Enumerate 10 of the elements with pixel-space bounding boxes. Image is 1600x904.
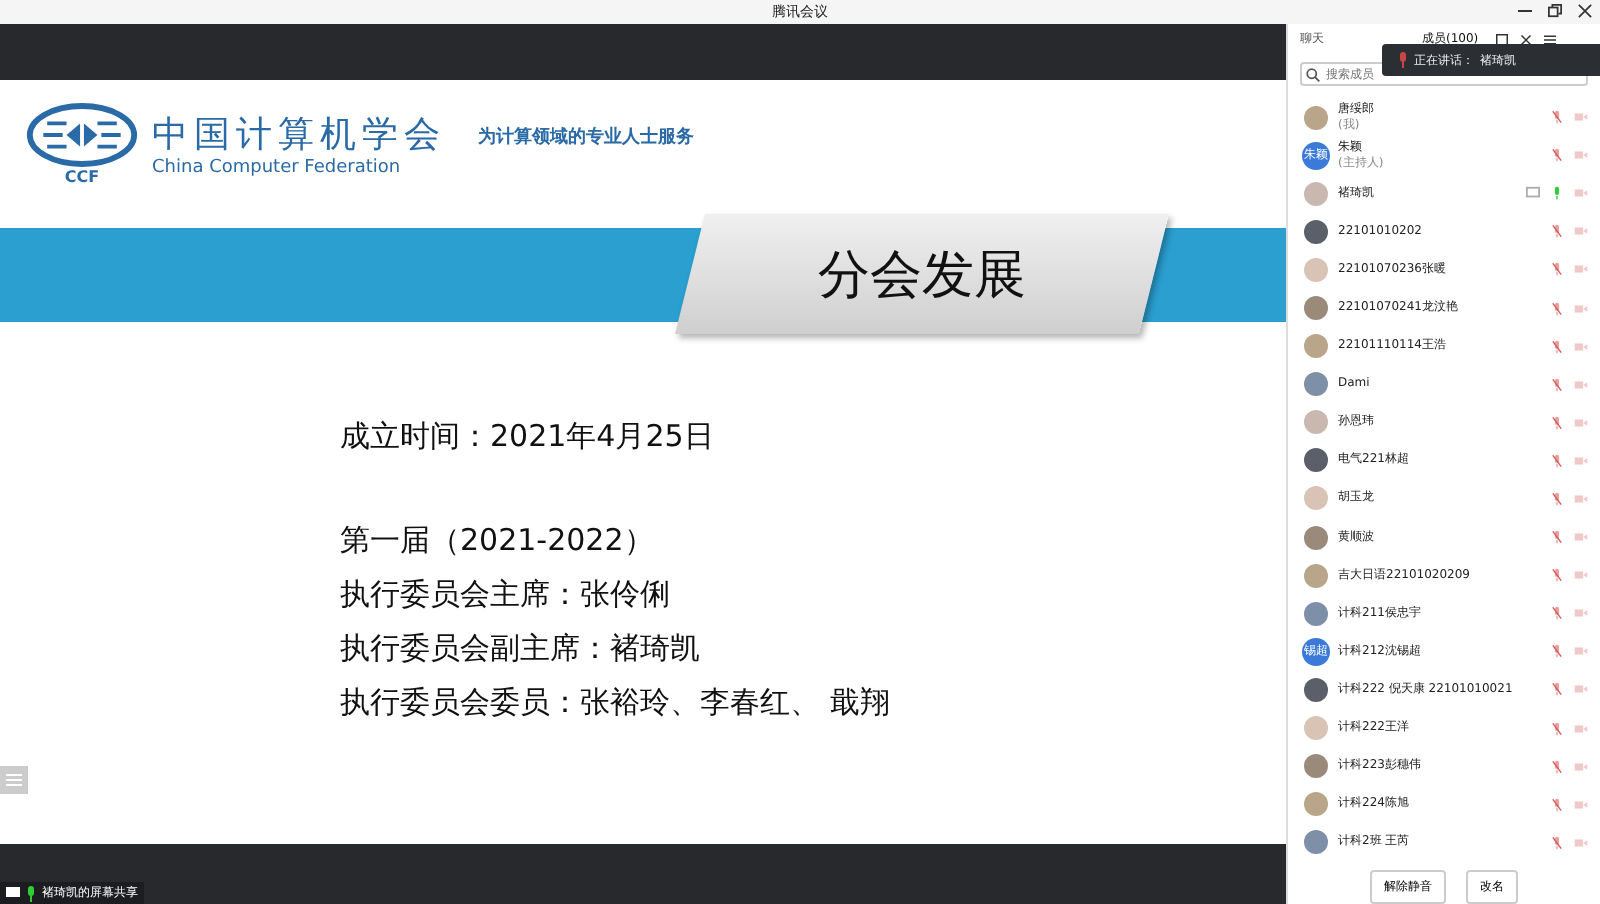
slide-text: 第一届（2021-2022） — [340, 522, 656, 560]
slide-heading: 分会发展 — [818, 243, 1026, 309]
organization-name: 中国计算机学会 — [152, 112, 446, 158]
logo-text: CCF — [64, 168, 100, 186]
slide-text: 执行委员会副主席：褚琦凯 — [340, 630, 702, 668]
slide-text: 执行委员会委员：张裕玲、李春红、 戢翔 — [340, 684, 892, 722]
slide-text: 成立时间：2021年4月25日 — [340, 418, 716, 456]
slogan-text: 为计算领域的专业人士服务 — [478, 124, 694, 149]
organization-name-english: China Computer Federation — [152, 158, 403, 178]
slide-text: 执行委员会主席：张伶俐 — [340, 576, 672, 614]
